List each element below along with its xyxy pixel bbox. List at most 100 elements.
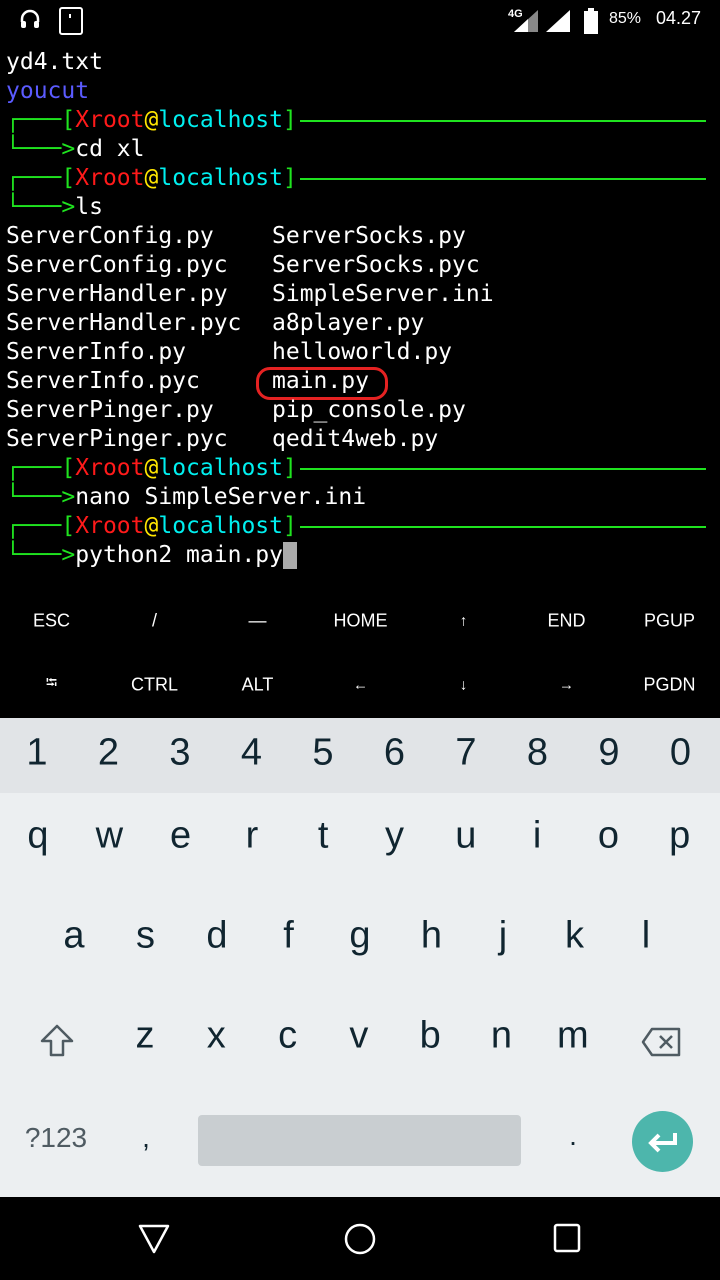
prompt-rule <box>300 526 706 528</box>
key-j[interactable]: j <box>467 915 539 958</box>
prompt-corner: ┌─── <box>6 513 62 539</box>
prompt-corner: ┌─── <box>6 107 62 133</box>
terminal-cursor <box>282 542 297 569</box>
ls-row: ServerPinger.py pip_console.py <box>6 396 720 425</box>
shift-icon[interactable] <box>38 1023 76 1059</box>
extra-key-esc[interactable]: ESC <box>0 611 103 632</box>
prompt-bracket: ] <box>282 107 297 133</box>
space-key[interactable] <box>198 1115 521 1166</box>
ls-row: ServerInfo.py helloworld.py <box>6 338 720 367</box>
prompt-at: @ <box>144 165 159 191</box>
battery-icon <box>584 8 598 34</box>
key-8[interactable]: 8 <box>502 732 574 775</box>
key-6[interactable]: 6 <box>359 732 431 775</box>
file-name: ServerSocks.py <box>272 223 466 249</box>
key-x[interactable]: x <box>180 1015 252 1058</box>
key-q[interactable]: q <box>2 815 74 858</box>
key-i[interactable]: i <box>501 815 573 858</box>
prompt-bracket: [ <box>61 165 76 191</box>
key-3[interactable]: 3 <box>144 732 216 775</box>
home-icon[interactable] <box>343 1222 377 1256</box>
extra-key-end[interactable]: END <box>515 611 618 632</box>
prompt-corner: ┌─── <box>6 165 62 191</box>
extra-key[interactable]: ↓ <box>412 677 515 694</box>
prompt-header: ┌───[Xroot@localhost] <box>6 164 720 193</box>
file-name: ServerHandler.pyc <box>6 310 242 336</box>
extra-key-home[interactable]: HOME <box>309 611 412 632</box>
prompt-at: @ <box>144 513 159 539</box>
key-u[interactable]: u <box>430 815 502 858</box>
prompt-user: Xroot <box>75 455 145 481</box>
period-key[interactable]: . <box>537 1120 609 1152</box>
terminal-output[interactable]: yd4.txt youcut ┌───[Xroot@localhost] └───… <box>6 48 720 570</box>
file-name: a8player.py <box>272 310 425 336</box>
extra-key-pgup[interactable]: PGUP <box>618 611 720 632</box>
key-w[interactable]: w <box>73 815 145 858</box>
prompt-arrow: └───> <box>6 194 76 220</box>
key-7[interactable]: 7 <box>430 732 502 775</box>
key-p[interactable]: p <box>644 815 716 858</box>
ls-row: ServerInfo.pyc main.py <box>6 367 720 400</box>
extra-key-ctrl[interactable]: CTRL <box>103 675 206 696</box>
file-name: ServerConfig.pyc <box>6 252 228 278</box>
prompt-user: Xroot <box>75 165 145 191</box>
extra-key-pgdn[interactable]: PGDN <box>618 675 720 696</box>
key-t[interactable]: t <box>287 815 359 858</box>
prompt-arrow: └───> <box>6 542 76 568</box>
file-name: qedit4web.py <box>272 426 439 452</box>
key-f[interactable]: f <box>253 915 325 958</box>
extra-key[interactable]: ⭾ <box>0 673 103 698</box>
key-e[interactable]: e <box>145 815 217 858</box>
key-d[interactable]: d <box>181 915 253 958</box>
key-s[interactable]: s <box>110 915 182 958</box>
key-y[interactable]: y <box>359 815 431 858</box>
key-h[interactable]: h <box>396 915 468 958</box>
ls-row: ServerPinger.pyc qedit4web.py <box>6 425 720 454</box>
prompt-header: ┌───[Xroot@localhost] <box>6 106 720 135</box>
key-z[interactable]: z <box>109 1015 181 1058</box>
key-b[interactable]: b <box>394 1015 466 1058</box>
enter-icon <box>648 1133 677 1153</box>
headset-icon <box>20 9 40 28</box>
ls-row: ServerHandler.pyc a8player.py <box>6 309 720 338</box>
key-1[interactable]: 1 <box>1 732 73 775</box>
file-name: ServerConfig.py <box>6 223 214 249</box>
comma-key[interactable]: , <box>110 1122 182 1154</box>
enter-key[interactable] <box>632 1111 693 1172</box>
prompt-at: @ <box>144 107 159 133</box>
key-0[interactable]: 0 <box>645 732 717 775</box>
prompt-header: ┌───[Xroot@localhost] <box>6 454 720 483</box>
symbols-key[interactable]: ?123 <box>11 1122 101 1154</box>
ls-row: ServerHandler.py SimpleServer.ini <box>6 280 720 309</box>
prompt-host: localhost <box>158 513 283 539</box>
extra-key[interactable]: / <box>103 611 206 632</box>
backspace-icon[interactable] <box>640 1025 682 1059</box>
key-g[interactable]: g <box>324 915 396 958</box>
key-m[interactable]: m <box>537 1015 609 1058</box>
extra-key-alt[interactable]: ALT <box>206 675 309 696</box>
key-4[interactable]: 4 <box>216 732 288 775</box>
extra-key[interactable]: → <box>515 677 618 694</box>
key-5[interactable]: 5 <box>287 732 359 775</box>
key-r[interactable]: r <box>216 815 288 858</box>
prompt-rule <box>300 468 706 470</box>
key-k[interactable]: k <box>539 915 611 958</box>
key-l[interactable]: l <box>610 915 682 958</box>
prompt-bracket: ] <box>282 165 297 191</box>
key-c[interactable]: c <box>252 1015 324 1058</box>
prompt-bracket: [ <box>61 107 76 133</box>
key-9[interactable]: 9 <box>573 732 645 775</box>
key-a[interactable]: a <box>38 915 110 958</box>
key-v[interactable]: v <box>323 1015 395 1058</box>
back-icon[interactable] <box>137 1223 171 1255</box>
command-line: └───>cd xl <box>6 135 720 164</box>
key-o[interactable]: o <box>572 815 644 858</box>
key-n[interactable]: n <box>466 1015 538 1058</box>
extra-key[interactable]: ← <box>309 677 412 694</box>
prompt-host: localhost <box>158 165 283 191</box>
key-2[interactable]: 2 <box>73 732 145 775</box>
file-name: ServerSocks.pyc <box>272 252 480 278</box>
recents-icon[interactable] <box>552 1222 582 1254</box>
extra-key[interactable]: — <box>206 611 309 632</box>
extra-key[interactable]: ↑ <box>412 613 515 630</box>
